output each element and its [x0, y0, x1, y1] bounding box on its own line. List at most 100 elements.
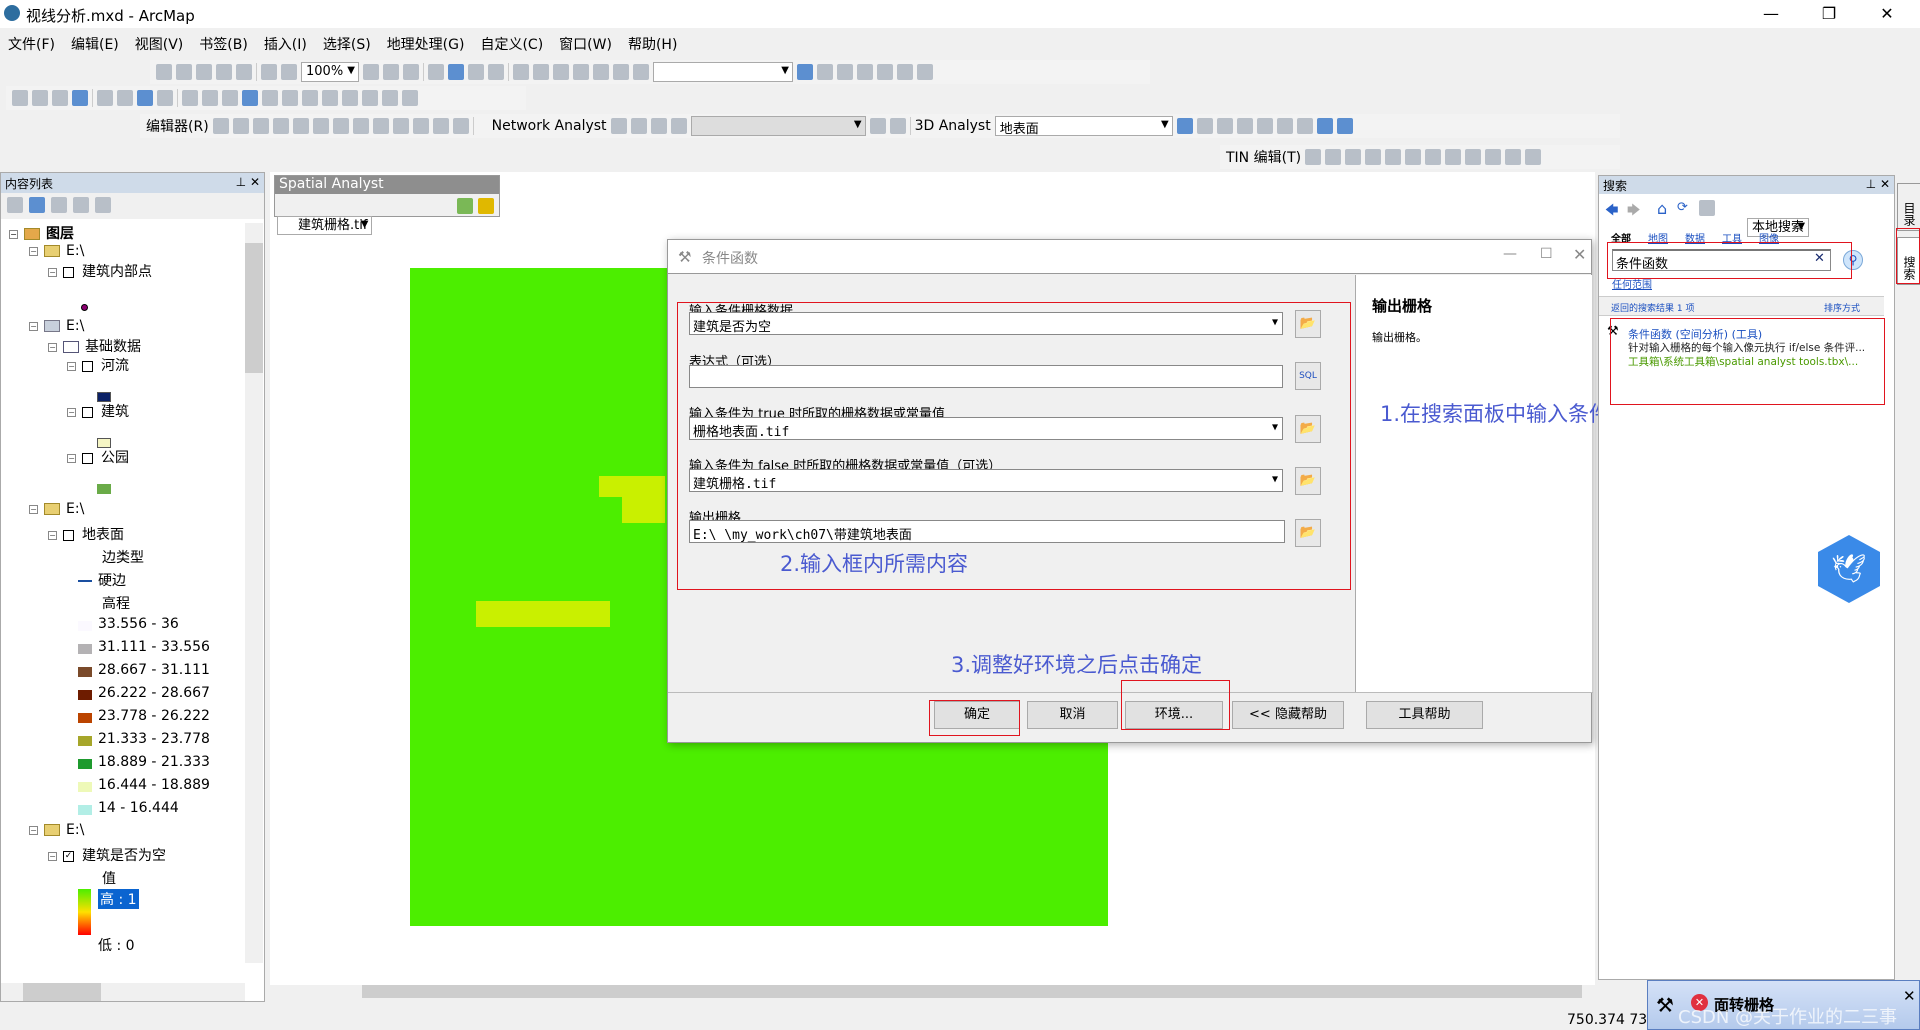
identify-icon[interactable]	[242, 90, 258, 106]
sort-menu[interactable]: 排序方式	[1824, 301, 1860, 314]
add-data-icon[interactable]	[633, 64, 649, 80]
tool-icon[interactable]	[857, 64, 873, 80]
edit-tool-icon[interactable]	[292, 118, 309, 134]
cut-icon[interactable]	[513, 64, 529, 80]
na-tool-icon[interactable]	[610, 118, 627, 134]
edit-tool-icon[interactable]	[412, 118, 429, 134]
menu-geoprocessing[interactable]: 地理处理(G)	[379, 30, 473, 58]
tool-icon[interactable]	[897, 64, 913, 80]
hyperlink-icon[interactable]	[262, 90, 278, 106]
arcglobe-icon[interactable]	[1336, 118, 1353, 134]
layer-checkbox[interactable]: ✓	[63, 850, 74, 862]
time-slider-icon[interactable]	[382, 90, 398, 106]
spatial-analyst-layer-combo[interactable]: 建筑栅格.tif	[277, 216, 373, 235]
toc-layer[interactable]: − 地表面	[48, 524, 124, 544]
toc-workspace[interactable]: − E:\	[29, 501, 84, 517]
menu-edit[interactable]: 编辑(E)	[63, 30, 127, 58]
tin-tool-icon[interactable]	[1505, 149, 1522, 165]
edit-tool-icon[interactable]	[312, 118, 329, 134]
tool-icon[interactable]	[383, 64, 399, 80]
list-by-source-icon[interactable]	[29, 197, 45, 213]
back-icon[interactable]	[137, 90, 153, 106]
viewer-icon[interactable]	[402, 90, 418, 106]
network-layer-combo[interactable]	[690, 116, 866, 136]
na-tool-icon[interactable]	[670, 118, 687, 134]
scale-combo[interactable]	[653, 62, 793, 82]
toc-layer[interactable]: − ✓ 建筑是否为空	[48, 845, 166, 865]
edit-tool-icon[interactable]	[392, 118, 409, 134]
list-by-drawing-order-icon[interactable]	[7, 197, 23, 213]
goto-xy-icon[interactable]	[362, 90, 378, 106]
zoom-in-icon[interactable]	[12, 90, 28, 106]
toc-vertical-scrollbar[interactable]	[245, 223, 263, 963]
print-icon[interactable]	[488, 64, 504, 80]
toc-workspace[interactable]: − E:\	[29, 318, 84, 334]
back-icon[interactable]: 🡄	[1605, 201, 1618, 223]
redo-icon[interactable]	[613, 64, 629, 80]
tin-tool-icon[interactable]	[1345, 149, 1362, 165]
new-icon[interactable]	[428, 64, 444, 80]
view-options-icon[interactable]	[1699, 200, 1715, 216]
list-by-visibility-icon[interactable]	[51, 197, 67, 213]
legend-high[interactable]: 高 : 1	[98, 889, 139, 909]
html-popup-icon[interactable]	[282, 90, 298, 106]
contour-icon[interactable]	[457, 198, 473, 214]
save-icon[interactable]	[468, 64, 484, 80]
menu-selection[interactable]: 选择(S)	[315, 30, 379, 58]
na-tool-icon[interactable]	[869, 118, 886, 134]
pin-close-icon[interactable]: ⊥ ✕	[1866, 177, 1890, 191]
profile-graph-icon[interactable]	[1256, 118, 1273, 134]
interpolate-icon[interactable]	[1276, 118, 1293, 134]
hide-help-button[interactable]: << 隐藏帮助	[1232, 701, 1344, 729]
list-by-selection-icon[interactable]	[73, 197, 89, 213]
edit-tool-icon[interactable]	[252, 118, 269, 134]
histogram-icon[interactable]	[478, 198, 494, 214]
delete-icon[interactable]	[573, 64, 589, 80]
tool-icon[interactable]	[196, 64, 212, 80]
interpolate-point-icon[interactable]	[1296, 118, 1313, 134]
menu-windows[interactable]: 窗口(W)	[551, 30, 620, 58]
forward-icon[interactable]	[157, 90, 173, 106]
tin-tool-icon[interactable]	[1305, 149, 1322, 165]
edit-tool-icon[interactable]	[432, 118, 449, 134]
open-icon[interactable]	[448, 64, 464, 80]
dialog-close-button[interactable]: ✕	[1573, 245, 1586, 264]
3d-analyst-menu[interactable]: 3D Analyst	[915, 118, 991, 134]
edit-tool-icon[interactable]	[332, 118, 349, 134]
catalog-tab[interactable]: 目录	[1897, 183, 1920, 231]
menu-customize[interactable]: 自定义(C)	[472, 30, 551, 58]
fixed-zoom-in-icon[interactable]	[97, 90, 113, 106]
results-count[interactable]: 返回的搜索结果 1 项	[1611, 301, 1694, 314]
maximize-button[interactable]: ❐	[1806, 2, 1852, 26]
edit-tool-icon[interactable]	[272, 118, 289, 134]
pan-icon[interactable]	[52, 90, 68, 106]
edit-tool-icon[interactable]	[452, 118, 469, 134]
tool-icon[interactable]	[363, 64, 379, 80]
pin-close-icon[interactable]: ⊥ ✕	[236, 175, 260, 189]
menu-file[interactable]: 文件(F)	[0, 30, 63, 58]
edit-tool-icon[interactable]	[232, 118, 249, 134]
tool-icon[interactable]	[216, 64, 232, 80]
tool-icon[interactable]	[156, 64, 172, 80]
select-elements-icon[interactable]	[222, 90, 238, 106]
forward-icon[interactable]: 🡆	[1627, 201, 1640, 223]
tool-help-button[interactable]: 工具帮助	[1366, 701, 1483, 729]
tin-tool-icon[interactable]	[1365, 149, 1382, 165]
na-tool-icon[interactable]	[630, 118, 647, 134]
clear-selection-icon[interactable]	[202, 90, 218, 106]
paste-icon[interactable]	[553, 64, 569, 80]
minimize-button[interactable]: —	[1748, 2, 1794, 26]
tin-tool-icon[interactable]	[1445, 149, 1462, 165]
tool-icon[interactable]	[236, 64, 252, 80]
edit-tool-icon[interactable]	[212, 118, 229, 134]
menu-insert[interactable]: 插入(I)	[256, 30, 315, 58]
network-analyst-menu[interactable]: Network Analyst	[492, 118, 607, 134]
layer-checkbox[interactable]	[63, 266, 74, 278]
toc-workspace[interactable]: − E:\	[29, 243, 84, 259]
select-features-icon[interactable]	[182, 90, 198, 106]
tool-icon[interactable]	[403, 64, 419, 80]
dialog-minimize-button[interactable]: —	[1503, 246, 1517, 262]
menu-help[interactable]: 帮助(H)	[620, 30, 685, 58]
editor-toolbar-icon[interactable]	[797, 64, 813, 80]
toc-layer[interactable]: − 建筑	[67, 401, 129, 421]
